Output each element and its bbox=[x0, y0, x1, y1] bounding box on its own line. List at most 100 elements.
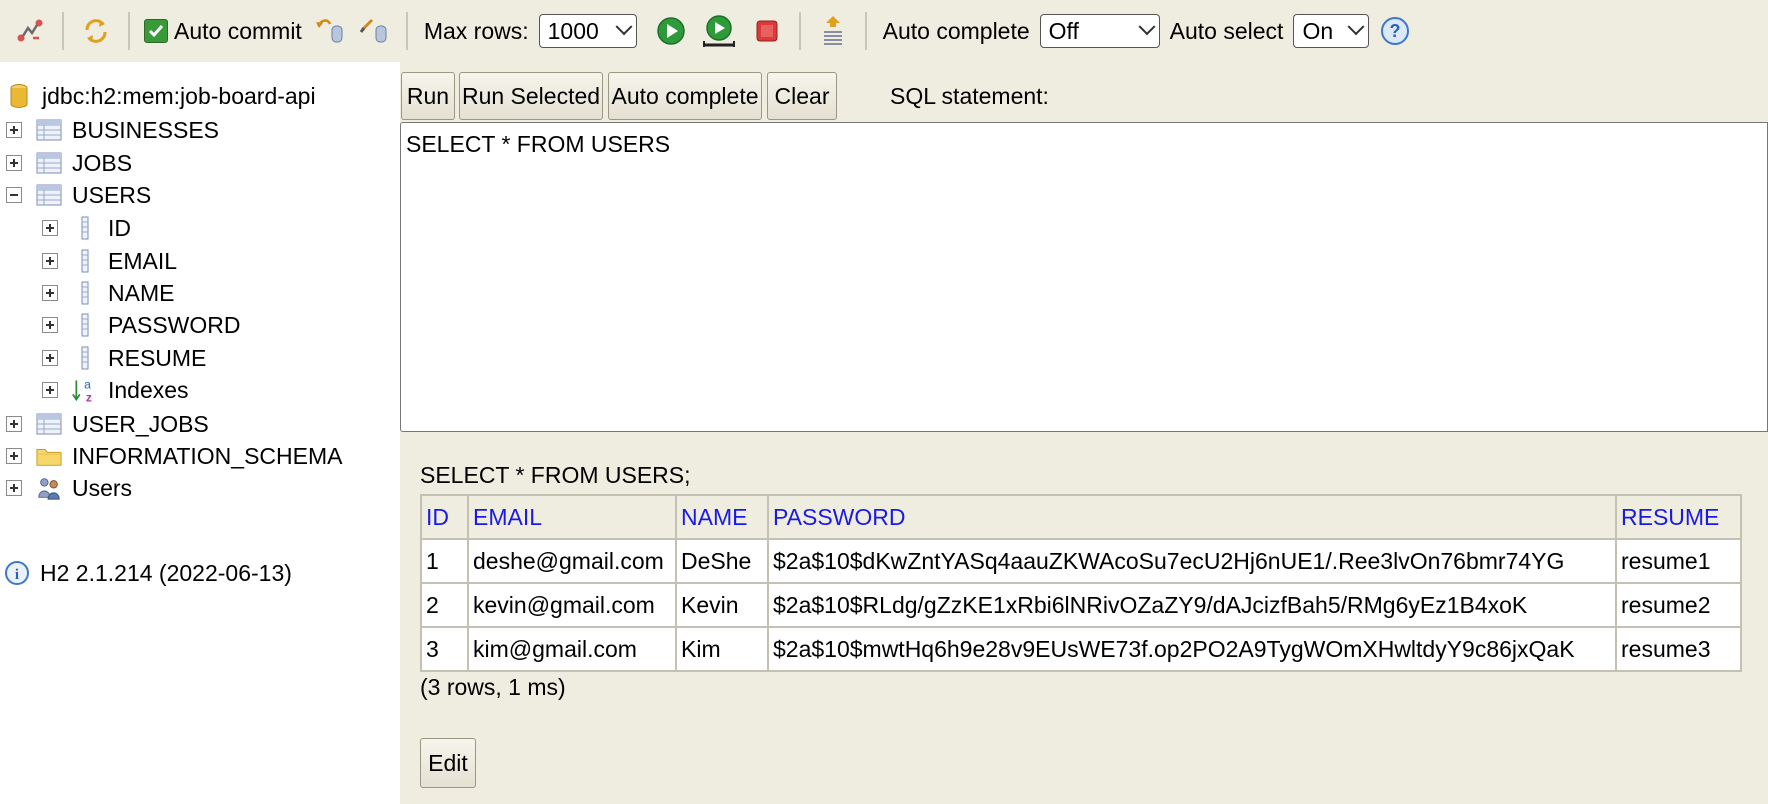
tree-item-label: USER_JOBS bbox=[72, 410, 209, 437]
run-selected-button[interactable]: Run Selected bbox=[459, 72, 603, 120]
expand-icon[interactable] bbox=[42, 317, 58, 333]
cell-resume: resume1 bbox=[1615, 538, 1742, 584]
column-header-name[interactable]: NAME bbox=[675, 494, 769, 540]
svg-text:a: a bbox=[84, 377, 91, 391]
auto-select-label: Auto select bbox=[1169, 17, 1284, 44]
tree-item-user-jobs[interactable]: USER_JOBS bbox=[6, 407, 209, 441]
collapse-icon[interactable] bbox=[6, 187, 22, 203]
tree-item-jobs[interactable]: JOBS bbox=[6, 146, 132, 180]
expand-icon[interactable] bbox=[42, 382, 58, 398]
tree-indexes[interactable]: a z Indexes bbox=[42, 373, 189, 407]
tree-connection[interactable]: jdbc:h2:mem:job-board-api bbox=[6, 79, 316, 113]
tree-column-id[interactable]: ID bbox=[42, 211, 131, 245]
table-icon bbox=[36, 117, 62, 143]
expand-icon[interactable] bbox=[42, 285, 58, 301]
result-count: (3 rows, 1 ms) bbox=[420, 674, 566, 700]
column-header-email[interactable]: EMAIL bbox=[467, 494, 677, 540]
auto-commit-checkbox[interactable] bbox=[144, 19, 168, 43]
stop-icon[interactable] bbox=[749, 13, 785, 49]
run-icon[interactable] bbox=[653, 13, 689, 49]
tree-item-label: ID bbox=[108, 214, 131, 241]
expand-icon[interactable] bbox=[6, 480, 22, 496]
column-icon bbox=[72, 312, 98, 338]
tree-item-information-schema[interactable]: INFORMATION_SCHEMA bbox=[6, 439, 342, 473]
tree-column-password[interactable]: PASSWORD bbox=[42, 308, 240, 342]
column-header-resume[interactable]: RESUME bbox=[1615, 494, 1742, 540]
tree-item-label: JOBS bbox=[72, 149, 133, 176]
help-icon[interactable]: ? bbox=[1377, 13, 1413, 49]
tree-item-label: BUSINESSES bbox=[72, 116, 219, 143]
cell-id: 3 bbox=[420, 626, 469, 672]
tree-item-label: USERS bbox=[72, 181, 152, 208]
chevron-down-icon bbox=[1138, 18, 1156, 36]
expand-icon[interactable] bbox=[42, 220, 58, 236]
tree-column-email[interactable]: EMAIL bbox=[42, 244, 177, 278]
chevron-down-icon bbox=[1347, 18, 1365, 36]
expand-icon[interactable] bbox=[6, 155, 22, 171]
cell-id: 1 bbox=[420, 538, 469, 584]
run-selected-icon[interactable] bbox=[701, 13, 737, 49]
expand-icon[interactable] bbox=[6, 448, 22, 464]
history-icon[interactable] bbox=[815, 13, 851, 49]
expand-icon[interactable] bbox=[42, 350, 58, 366]
cell-resume: resume2 bbox=[1615, 582, 1742, 628]
tree-item-users-folder[interactable]: Users bbox=[6, 471, 132, 505]
auto-complete-button[interactable]: Auto complete bbox=[608, 72, 762, 120]
toolbar: Auto commit Max rows: 1000 Auto complete… bbox=[0, 0, 1768, 62]
chevron-down-icon bbox=[615, 18, 633, 36]
disconnect-icon[interactable] bbox=[12, 13, 48, 49]
column-icon bbox=[72, 248, 98, 274]
column-header-password[interactable]: PASSWORD bbox=[767, 494, 1617, 540]
tree-item-label: EMAIL bbox=[108, 247, 178, 274]
clear-button[interactable]: Clear bbox=[767, 72, 837, 120]
tree-item-label: NAME bbox=[108, 279, 175, 306]
sql-editor[interactable]: SELECT * FROM USERS bbox=[400, 122, 1768, 432]
toolbar-separator bbox=[62, 12, 64, 50]
query-panel: Run Run Selected Auto complete Clear SQL… bbox=[400, 62, 1768, 442]
cell-name: DeShe bbox=[675, 538, 769, 584]
expand-icon[interactable] bbox=[6, 416, 22, 432]
table-icon bbox=[36, 411, 62, 437]
tree-item-label: RESUME bbox=[108, 344, 207, 371]
tree-column-resume[interactable]: RESUME bbox=[42, 341, 206, 375]
auto-select-select[interactable]: On bbox=[1293, 14, 1370, 48]
toolbar-separator bbox=[128, 12, 130, 50]
users-icon bbox=[36, 475, 62, 501]
tree-column-name[interactable]: NAME bbox=[42, 276, 174, 310]
cell-email: kevin@gmail.com bbox=[467, 582, 677, 628]
sql-statement-label: SQL statement: bbox=[890, 82, 1049, 109]
tree-item-label: Indexes bbox=[108, 376, 189, 403]
tree-item-businesses[interactable]: BUSINESSES bbox=[6, 113, 219, 147]
database-tree: jdbc:h2:mem:job-board-api BUSINESSES JOB… bbox=[0, 62, 400, 804]
edit-button[interactable]: Edit bbox=[420, 738, 476, 788]
results-panel: SELECT * FROM USERS; ID EMAIL NAME PASSW… bbox=[400, 442, 1768, 804]
database-icon bbox=[6, 83, 32, 109]
rollback-icon[interactable] bbox=[356, 13, 392, 49]
column-icon bbox=[72, 345, 98, 371]
tree-item-label: INFORMATION_SCHEMA bbox=[72, 442, 343, 469]
refresh-icon[interactable] bbox=[78, 13, 114, 49]
toolbar-separator bbox=[864, 12, 867, 50]
cell-id: 2 bbox=[420, 582, 469, 628]
svg-text:?: ? bbox=[1390, 21, 1401, 41]
max-rows-select[interactable]: 1000 bbox=[538, 14, 637, 48]
tree-item-users[interactable]: USERS bbox=[6, 178, 151, 212]
cell-password: $2a$10$mwtHq6h9e28v9EUsWE73f.op2PO2A9Tyg… bbox=[767, 626, 1617, 672]
column-header-id[interactable]: ID bbox=[420, 494, 469, 540]
tree-item-label: PASSWORD bbox=[108, 311, 241, 338]
column-icon bbox=[72, 280, 98, 306]
cell-email: kim@gmail.com bbox=[467, 626, 677, 672]
svg-text:z: z bbox=[86, 390, 92, 404]
folder-icon bbox=[36, 443, 62, 469]
auto-select-value: On bbox=[1302, 17, 1334, 44]
run-button[interactable]: Run bbox=[401, 72, 455, 120]
auto-complete-select[interactable]: Off bbox=[1039, 14, 1160, 48]
expand-icon[interactable] bbox=[6, 122, 22, 138]
toolbar-separator bbox=[798, 12, 801, 50]
expand-icon[interactable] bbox=[42, 253, 58, 269]
commit-icon[interactable] bbox=[312, 13, 348, 49]
index-icon: a z bbox=[72, 377, 98, 404]
table-row: 3 kim@gmail.com Kim $2a$10$mwtHq6h9e28v9… bbox=[420, 626, 1742, 672]
connection-label: jdbc:h2:mem:job-board-api bbox=[42, 82, 316, 109]
info-icon: i bbox=[4, 560, 30, 586]
